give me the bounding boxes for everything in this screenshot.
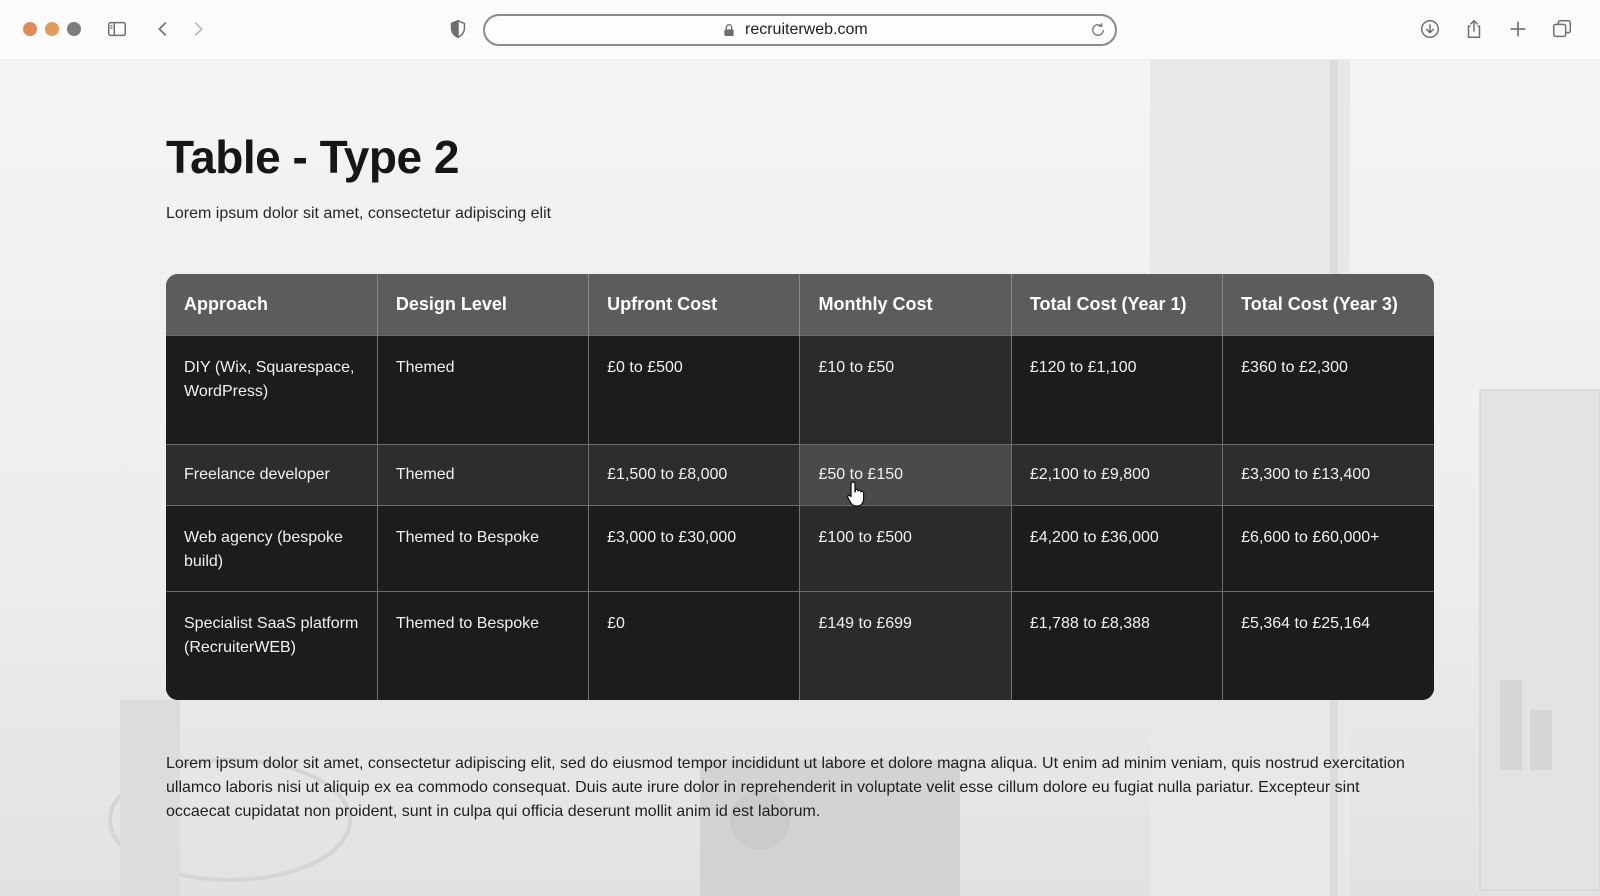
lock-icon: [724, 24, 734, 36]
table-cell-hovered[interactable]: £50 to £150: [799, 443, 1012, 505]
table-cell: £5,364 to £25,164: [1222, 590, 1434, 700]
column-header-upfront-cost: Upfront Cost: [588, 274, 801, 335]
table-cell: £3,000 to £30,000: [588, 504, 801, 591]
column-header-monthly-cost: Monthly Cost: [799, 274, 1012, 335]
table-cell: £4,200 to £36,000: [1011, 504, 1224, 591]
new-tab-icon[interactable]: [1505, 16, 1531, 42]
page-subtitle: Lorem ipsum dolor sit amet, consectetur …: [166, 205, 552, 222]
table-cell: £6,600 to £60,000+: [1222, 504, 1434, 591]
table-cell: £10 to £50: [799, 334, 1012, 444]
table-cell: Freelance developer: [166, 443, 378, 505]
table-cell: Themed: [377, 443, 590, 505]
url-text: recruiterweb.com: [745, 21, 868, 38]
minimize-window-button[interactable]: [45, 22, 59, 36]
table-cell: £360 to £2,300: [1222, 334, 1434, 444]
column-header-total-year1: Total Cost (Year 1): [1011, 274, 1224, 335]
table-row-hovered: Freelance developer Themed £1,500 to £8,…: [166, 443, 1434, 505]
table-cell: £2,100 to £9,800: [1011, 443, 1224, 505]
address-bar[interactable]: recruiterweb.com: [483, 14, 1117, 46]
table-cell: £120 to £1,100: [1011, 334, 1224, 444]
column-header-approach: Approach: [166, 274, 378, 335]
table-header-row: Approach Design Level Upfront Cost Month…: [166, 274, 1434, 335]
table-row: Specialist SaaS platform (RecruiterWEB) …: [166, 590, 1434, 700]
table-cell: £0 to £500: [588, 334, 801, 444]
table-row: Web agency (bespoke build) Themed to Bes…: [166, 504, 1434, 591]
table-cell: £149 to £699: [799, 590, 1012, 700]
column-header-total-year3: Total Cost (Year 3): [1222, 274, 1434, 335]
cost-comparison-table: Approach Design Level Upfront Cost Month…: [166, 274, 1434, 700]
table-cell: Themed: [377, 334, 590, 444]
back-icon[interactable]: [150, 16, 176, 42]
sidebar-icon[interactable]: [104, 16, 130, 42]
table-cell: DIY (Wix, Squarespace, WordPress): [166, 334, 378, 444]
table-cell: Themed to Bespoke: [377, 590, 590, 700]
download-icon[interactable]: [1417, 16, 1443, 42]
hand-cursor-icon: [846, 481, 865, 507]
forward-icon[interactable]: [185, 16, 211, 42]
table-cell: Specialist SaaS platform (RecruiterWEB): [166, 590, 378, 700]
table-cell: £1,500 to £8,000: [588, 443, 801, 505]
table-row: DIY (Wix, Squarespace, WordPress) Themed…: [166, 334, 1434, 444]
column-header-design-level: Design Level: [377, 274, 590, 335]
page-title: Table - Type 2: [166, 131, 459, 183]
table-cell: Web agency (bespoke build): [166, 504, 378, 591]
browser-toolbar: recruiterweb.com: [0, 0, 1600, 60]
table-cell: £1,788 to £8,388: [1011, 590, 1224, 700]
table-cell: Themed to Bespoke: [377, 504, 590, 591]
reload-icon[interactable]: [1089, 21, 1107, 39]
page-content: Table - Type 2 Lorem ipsum dolor sit ame…: [0, 60, 1600, 896]
table-cell: £100 to £500: [799, 504, 1012, 591]
table-cell: £3,300 to £13,400: [1222, 443, 1434, 505]
table-cell: £0: [588, 590, 801, 700]
body-paragraph: Lorem ipsum dolor sit amet, consectetur …: [166, 755, 1405, 820]
zoom-window-button[interactable]: [67, 22, 81, 36]
share-icon[interactable]: [1461, 16, 1487, 42]
shield-icon[interactable]: [445, 16, 471, 42]
close-window-button[interactable]: [23, 22, 37, 36]
tabs-overview-icon[interactable]: [1549, 16, 1575, 42]
